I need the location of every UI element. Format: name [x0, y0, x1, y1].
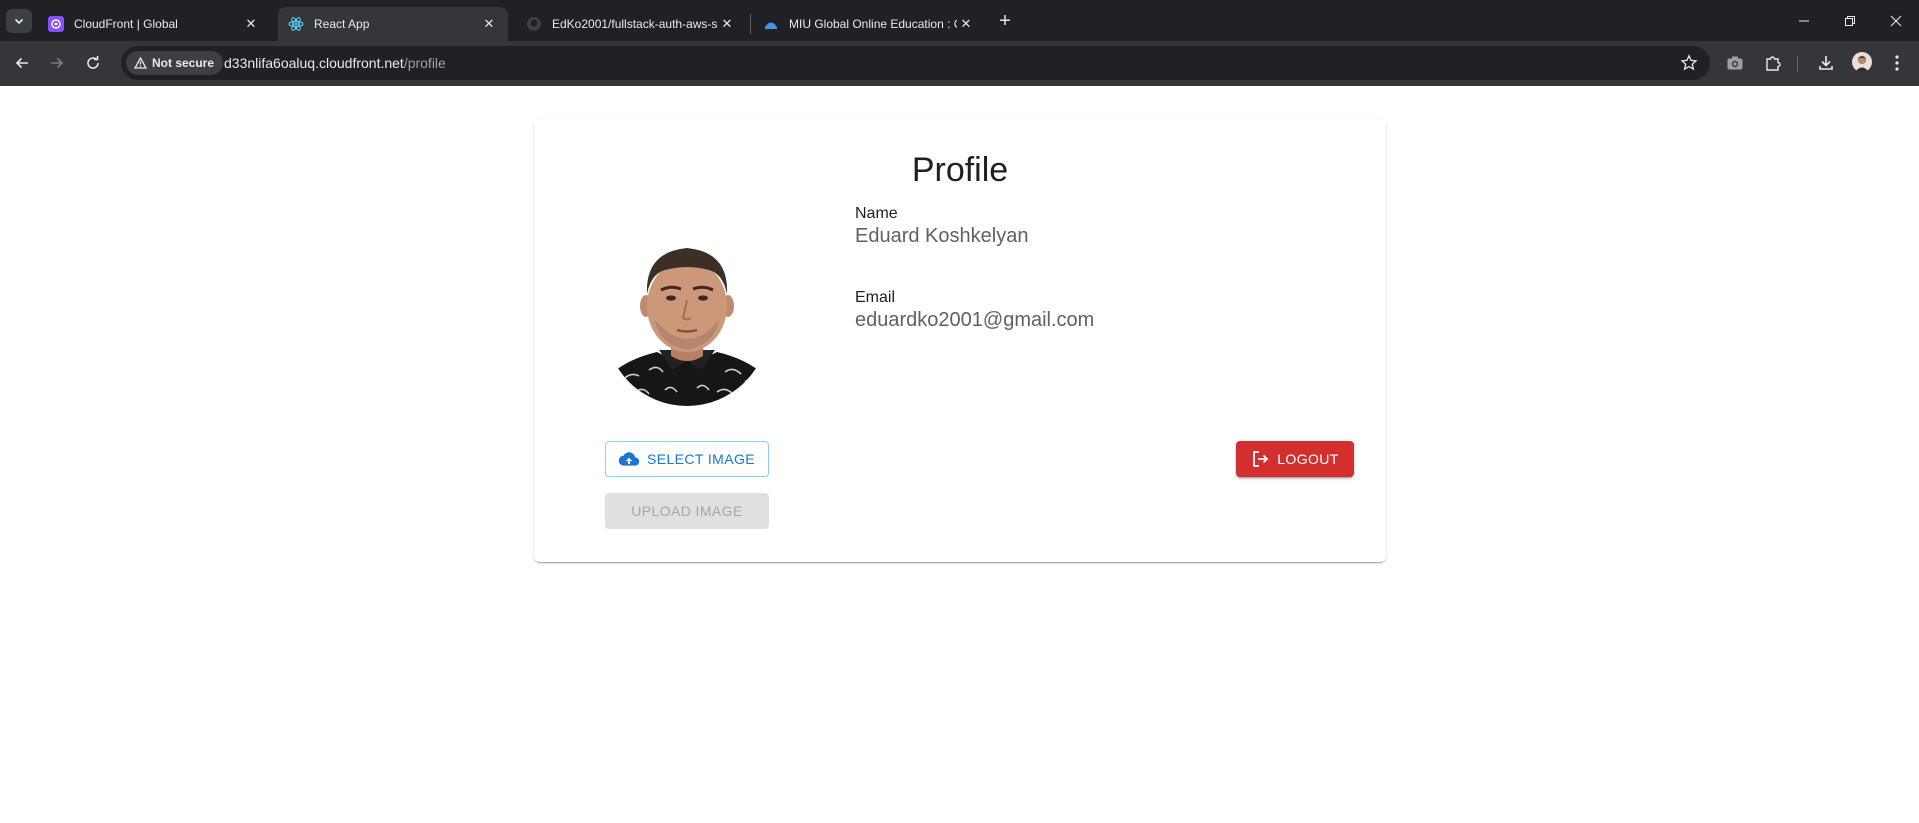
profile-card: Profile Name Eduard Koshkelyan Email edu…: [534, 119, 1386, 562]
logout-label: LOGOUT: [1277, 451, 1339, 467]
close-icon[interactable]: ✕: [718, 15, 736, 33]
tab-title: React App: [314, 17, 370, 31]
extensions-puzzle-icon[interactable]: [1762, 52, 1784, 74]
forward-icon[interactable]: [43, 49, 71, 77]
react-favicon-icon: [288, 16, 304, 32]
page-title: Profile: [911, 151, 1009, 189]
close-icon[interactable]: ✕: [242, 15, 260, 33]
download-icon[interactable]: [1815, 52, 1837, 74]
minimize-icon[interactable]: [1781, 0, 1827, 41]
logout-icon: [1253, 451, 1269, 467]
tab-miu[interactable]: MIU Global Online Education : C ✕: [753, 7, 985, 41]
name-value: Eduard Koshkelyan: [855, 225, 1029, 247]
menu-kebab-icon[interactable]: [1886, 52, 1908, 74]
tab-search-button[interactable]: [6, 9, 32, 33]
tab-title: EdKo2001/fullstack-auth-aws-se: [552, 17, 718, 31]
close-icon[interactable]: ✕: [957, 15, 975, 33]
bookmark-star-icon[interactable]: [1680, 54, 1698, 72]
url-text[interactable]: d33nlifa6oaluq.cloudfront.net/profile: [224, 55, 446, 71]
new-tab-button[interactable]: +: [993, 10, 1017, 34]
logout-button[interactable]: LOGOUT: [1236, 441, 1354, 477]
url-path: /profile: [403, 55, 446, 71]
chevron-down-icon: [14, 18, 24, 25]
toolbar-separator: [1797, 56, 1798, 72]
reload-icon[interactable]: [79, 49, 107, 77]
cloudfront-favicon-icon: [48, 16, 64, 32]
tab-title: MIU Global Online Education : C: [789, 17, 957, 31]
cloud-upload-icon: [618, 452, 639, 466]
tab-cloudfront[interactable]: CloudFront | Global ✕: [38, 7, 270, 41]
back-icon[interactable]: [8, 49, 36, 77]
tab-react-app[interactable]: React App ✕: [278, 7, 508, 41]
email-label: Email: [855, 289, 896, 306]
url-host: d33nlifa6oaluq.cloudfront.net: [224, 55, 404, 71]
address-bar[interactable]: Not secure d33nlifa6oaluq.cloudfront.net…: [121, 46, 1710, 80]
tab-separator: [750, 14, 751, 34]
close-icon[interactable]: ✕: [480, 15, 498, 33]
close-window-icon[interactable]: [1873, 0, 1919, 41]
browser-toolbar: Not secure d33nlifa6oaluq.cloudfront.net…: [0, 41, 1919, 86]
github-favicon-icon: [526, 16, 542, 32]
security-chip[interactable]: Not secure: [126, 51, 224, 75]
security-label: Not secure: [152, 56, 215, 70]
miu-favicon-icon: [763, 16, 779, 32]
name-label: Name: [855, 205, 898, 222]
upload-image-button[interactable]: UPLOAD IMAGE: [605, 493, 769, 529]
warning-icon: [134, 57, 147, 69]
select-image-label: SELECT IMAGE: [646, 451, 756, 467]
profile-photo: [605, 242, 769, 406]
tab-strip: CloudFront | Global ✕ React App ✕ EdKo20…: [0, 0, 1919, 41]
restore-icon[interactable]: [1827, 0, 1873, 41]
tab-title: CloudFront | Global: [74, 17, 178, 31]
select-image-button[interactable]: SELECT IMAGE: [605, 441, 769, 477]
camera-extension-icon[interactable]: [1724, 52, 1746, 74]
upload-image-label: UPLOAD IMAGE: [631, 503, 743, 519]
email-value: eduardko2001@gmail.com: [855, 309, 1095, 331]
tab-github[interactable]: EdKo2001/fullstack-auth-aws-se ✕: [516, 7, 746, 41]
profile-avatar-icon[interactable]: [1852, 52, 1872, 72]
